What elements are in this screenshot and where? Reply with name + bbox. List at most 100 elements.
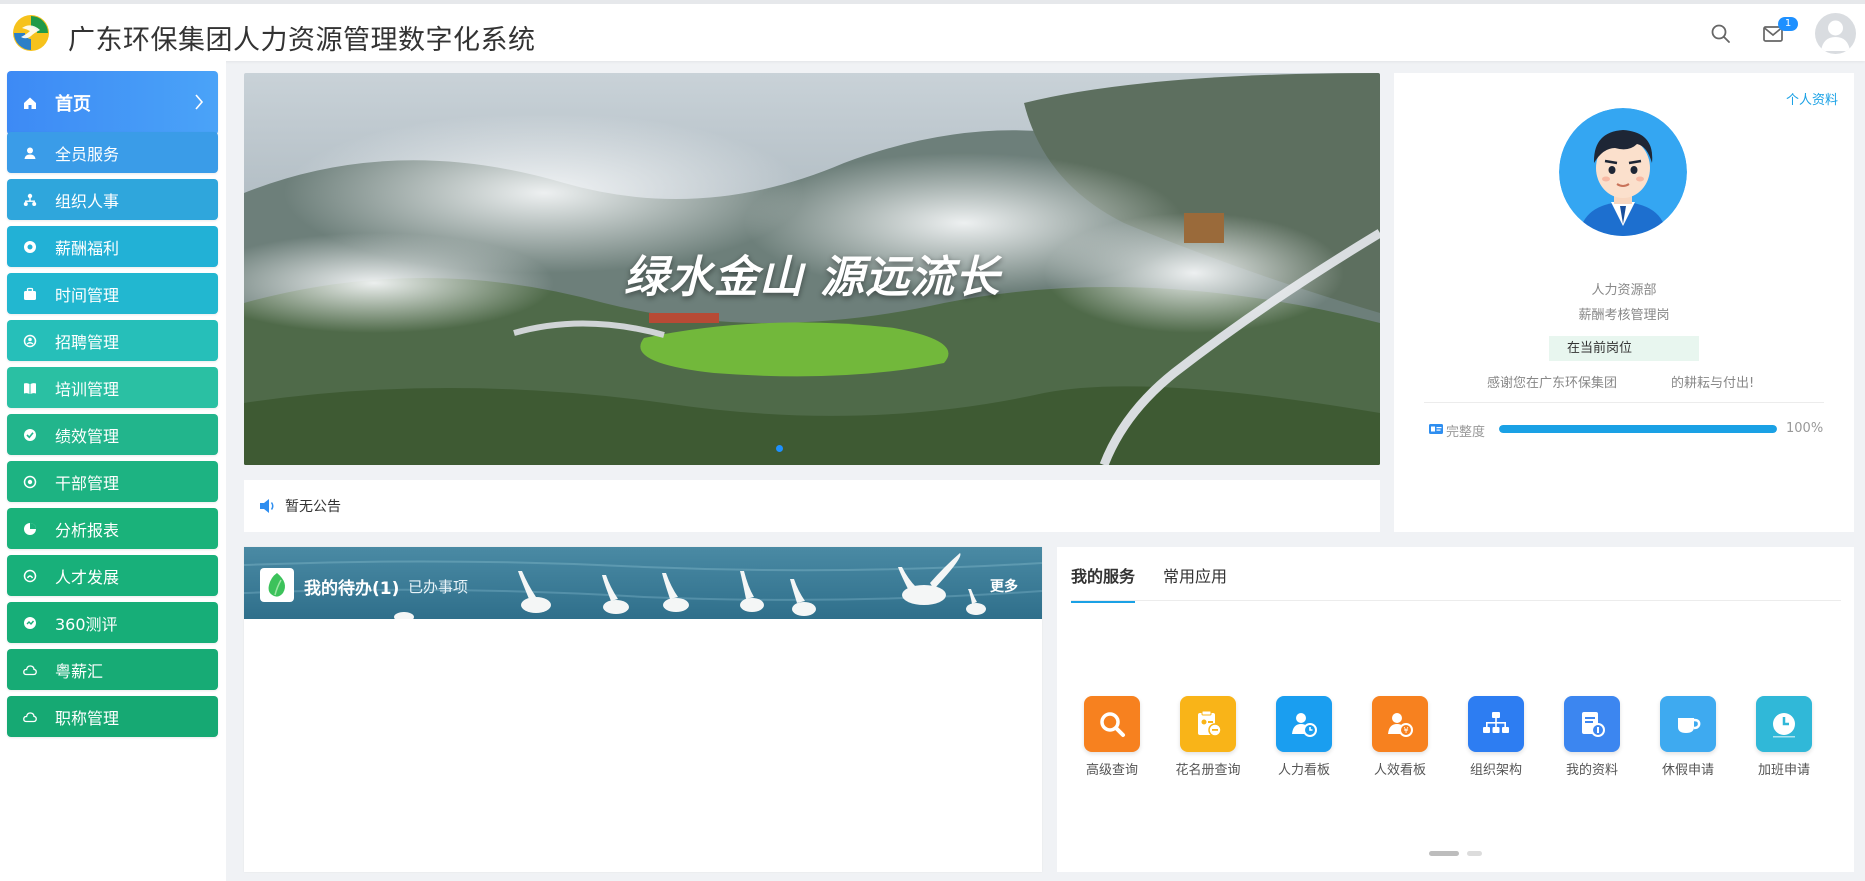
sidebar-item-label: 职称管理	[55, 708, 120, 728]
svg-text:¥: ¥	[1403, 726, 1408, 735]
tab-my-services[interactable]: 我的服务	[1071, 563, 1136, 603]
thanks-text-left: 感谢您在广东环保集团	[1487, 376, 1618, 391]
profile-avatar	[1559, 108, 1687, 236]
profile-card: 个人资料 人力资源部 薪酬考核管理岗 在当前岗位 感谢您在广东环保集团 的耕耘与…	[1394, 73, 1854, 532]
service-clock[interactable]: 加班申请	[1744, 696, 1824, 778]
sidebar-item-10[interactable]: 人才发展	[7, 555, 218, 596]
user-avatar[interactable]	[1815, 13, 1856, 54]
todo-title[interactable]: 我的待办(1)	[304, 574, 399, 599]
hero-banner[interactable]: 绿水金山 源远流长	[244, 73, 1380, 465]
org-chart-icon	[1468, 696, 1524, 752]
profile-position: 薪酬考核管理岗	[1578, 308, 1670, 323]
sidebar-item-1[interactable]: 全员服务	[7, 132, 218, 173]
completeness-percent: 100%	[1786, 421, 1824, 436]
top-header: 广东环保集团人力资源管理数字化系统 1	[0, 0, 1865, 61]
sidebar-item-13[interactable]: 职称管理	[7, 696, 218, 737]
banner-slogan: 绿水金山 源远流长	[623, 252, 1001, 303]
document-icon	[1564, 696, 1620, 752]
service-label: 人效看板	[1373, 763, 1426, 778]
service-label: 加班申请	[1757, 763, 1810, 778]
profile-divider	[1424, 402, 1824, 403]
sidebar-item-label: 薪酬福利	[55, 238, 120, 258]
sidebar-item-label: 组织人事	[55, 191, 120, 211]
carousel-indicator[interactable]	[776, 445, 783, 452]
talent-icon	[23, 569, 37, 583]
sidebar-item-label: 时间管理	[55, 285, 120, 305]
sidebar-item-3[interactable]: 薪酬福利	[7, 226, 218, 267]
sidebar-item-4[interactable]: 时间管理	[7, 273, 218, 314]
recruit-icon	[23, 334, 37, 348]
leaf-icon	[260, 568, 294, 602]
tab-divider	[1071, 600, 1841, 601]
profile-link[interactable]: 个人资料	[1786, 89, 1838, 108]
sidebar-item-label: 首页	[55, 94, 91, 115]
sidebar-item-2[interactable]: 组织人事	[7, 179, 218, 220]
service-cup[interactable]: 休假申请	[1648, 696, 1728, 778]
person-dashboard-icon	[1276, 696, 1332, 752]
completeness-progress	[1499, 425, 1777, 433]
briefcase-icon	[23, 287, 37, 301]
user-icon	[23, 146, 37, 160]
id-card-icon	[1429, 424, 1443, 434]
app-title: 广东环保集团人力资源管理数字化系统	[68, 25, 536, 56]
done-items-link[interactable]: 已办事项	[408, 576, 468, 597]
announcement-bar: 暂无公告	[244, 480, 1380, 532]
search-icon[interactable]	[1709, 22, 1733, 46]
chevron-right-icon	[194, 93, 204, 116]
sidebar-item-8[interactable]: 干部管理	[7, 461, 218, 502]
service-label: 组织架构	[1469, 763, 1522, 778]
sidebar-item-12[interactable]: 粤薪汇	[7, 649, 218, 690]
service-org-chart[interactable]: 组织架构	[1456, 696, 1536, 778]
sidebar-item-label: 人才发展	[55, 567, 120, 587]
service-document[interactable]: 我的资料	[1552, 696, 1632, 778]
sidebar-item-6[interactable]: 培训管理	[7, 367, 218, 408]
chart-icon	[23, 522, 37, 536]
check-icon	[23, 428, 37, 442]
completeness-progress-fill	[1499, 425, 1777, 433]
sidebar-item-label: 培训管理	[55, 379, 120, 399]
service-label: 人力看板	[1277, 763, 1330, 778]
sidebar-item-11[interactable]: 360测评	[7, 602, 218, 643]
sidebar-item-label: 绩效管理	[55, 426, 120, 446]
service-roster[interactable]: 花名册查询	[1168, 696, 1248, 778]
service-search[interactable]: 高级查询	[1072, 696, 1152, 778]
badge-icon	[23, 475, 37, 489]
cartoon-avatar-icon	[1559, 108, 1687, 236]
position-status: 在当前岗位	[1549, 336, 1699, 361]
services-panel: 我的服务 常用应用 高级查询 花名册查询 人力看板 ¥ 人效看板 组织架构 我的资料 休假申请…	[1057, 547, 1854, 872]
home-icon	[23, 96, 37, 110]
service-person-dashboard[interactable]: 人力看板	[1264, 696, 1344, 778]
book-icon	[23, 381, 37, 395]
cup-icon	[1660, 696, 1716, 752]
service-label: 高级查询	[1085, 763, 1138, 778]
service-person-efficiency[interactable]: ¥ 人效看板	[1360, 696, 1440, 778]
cloud-icon	[23, 663, 37, 677]
thanks-text-right: 的耕耘与付出!	[1671, 376, 1755, 391]
sidebar-item-9[interactable]: 分析报表	[7, 508, 218, 549]
pager-dot-active[interactable]	[1429, 851, 1459, 856]
sidebar-item-label: 分析报表	[55, 520, 120, 540]
coin-icon	[23, 240, 37, 254]
todo-more-link[interactable]: 更多	[990, 576, 1018, 596]
sidebar-item-label: 粤薪汇	[55, 661, 104, 681]
rating-icon	[23, 616, 37, 630]
sidebar-item-label: 干部管理	[55, 473, 120, 493]
completeness-label: 完整度	[1446, 425, 1486, 440]
tab-common-apps[interactable]: 常用应用	[1163, 563, 1227, 601]
clock-icon	[1756, 696, 1812, 752]
sidebar: 首页全员服务组织人事薪酬福利时间管理招聘管理培训管理绩效管理干部管理分析报表人才…	[0, 61, 226, 881]
sidebar-item-5[interactable]: 招聘管理	[7, 320, 218, 361]
pager-dot[interactable]	[1467, 851, 1482, 856]
default-avatar-icon	[1821, 20, 1850, 51]
org-icon	[23, 193, 37, 207]
profile-department: 人力资源部	[1591, 283, 1657, 298]
sidebar-item-0[interactable]: 首页	[7, 71, 218, 135]
person-efficiency-icon: ¥	[1372, 696, 1428, 752]
announcement-text: 暂无公告	[285, 499, 341, 515]
todo-panel: 我的待办(1) 已办事项 更多	[244, 547, 1042, 872]
speaker-icon	[260, 499, 274, 513]
sidebar-item-7[interactable]: 绩效管理	[7, 414, 218, 455]
todo-header: 我的待办(1) 已办事项 更多	[244, 547, 1042, 619]
service-label: 休假申请	[1661, 763, 1714, 778]
company-logo	[13, 15, 49, 51]
